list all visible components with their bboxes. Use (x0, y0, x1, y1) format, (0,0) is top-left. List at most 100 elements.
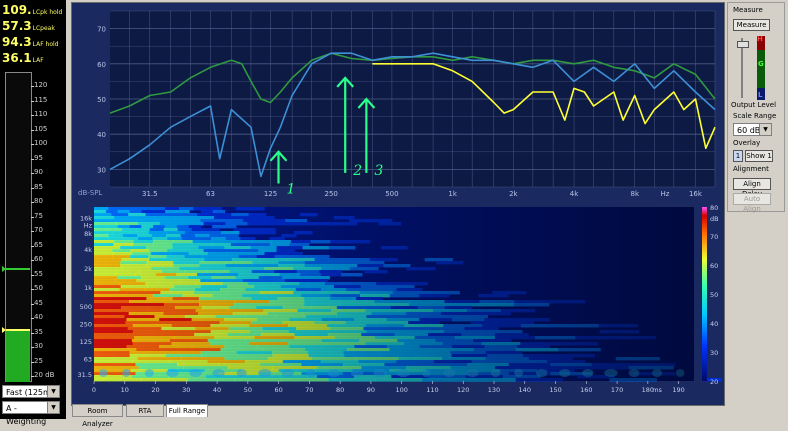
weighting-select[interactable]: A - Weighting ▼ (2, 401, 60, 426)
measure-button[interactable]: Measure (733, 19, 770, 31)
meter-hold-marker-green (6, 267, 30, 270)
tab-label: Room Analyzer (82, 407, 113, 428)
y-axis-unit-label: dB-SPL (78, 189, 102, 197)
y-tick-label: 250 (80, 321, 92, 329)
x-tick-label: 1k (448, 190, 457, 198)
colorbar-tick-label: 50 (710, 291, 718, 299)
x-tick-label: 2k (509, 190, 518, 198)
scale-range-value: 60 dB (737, 126, 761, 135)
meter-scale-tick (31, 274, 34, 276)
y-axis-unit: Hz (84, 221, 93, 229)
readout-value: 57.3 (2, 19, 32, 33)
x-tick-label: 120 (457, 386, 469, 394)
meter-scale-label: 85 (34, 182, 43, 191)
x-tick-label: 100 (395, 386, 407, 394)
x-tick-label: Hz (661, 190, 670, 198)
spl-frequency-chart[interactable]: 7060504030 31.5 63 125 250 500 1k 2k 4k 8k Hz 16k … (72, 3, 722, 201)
x-tick-label: 170 (611, 386, 623, 394)
meter-scale-tick (31, 318, 34, 319)
alignment-label: Alignment (733, 165, 769, 173)
meter-level-fill (6, 329, 30, 382)
meter-scale-label: 100 (34, 139, 48, 147)
readout-value: 109. (2, 3, 32, 17)
measure-title: Measure (733, 6, 763, 14)
auto-align-button[interactable]: Auto Align (733, 193, 771, 213)
colorbar-tick-label: 80 (710, 204, 718, 212)
annotation-number: 2 (352, 163, 362, 179)
align-delay-button[interactable]: Align Delay (733, 178, 771, 198)
output-level-slider[interactable] (737, 38, 749, 98)
measure-button-label: Measure (736, 21, 767, 29)
meter-scale-tick (31, 245, 34, 247)
speed-select[interactable]: Fast (125ms) ▼ (2, 385, 60, 398)
spectrogram-chart[interactable]: 16k8k4k2k1k5002501256331.5Hz 0 10 20 30 40 50… (72, 203, 722, 403)
readout-unit: LCpk hold (32, 9, 63, 16)
x-tick-label: 500 (385, 190, 398, 198)
chevron-down-icon: ▼ (759, 124, 771, 135)
y-tick-label: 63 (84, 355, 92, 363)
y-tick-label: 4k (84, 246, 92, 254)
x-tick-label: 70 (305, 386, 313, 394)
readout-laf: 36.1LAF (2, 51, 44, 65)
y-tick-label: 70 (97, 26, 106, 34)
tab-label: RTA (138, 407, 152, 415)
x-tick-label: 160 (580, 386, 592, 394)
spectrogram-decay-overlay (94, 207, 694, 381)
tab-full-range[interactable]: Full Range (166, 404, 208, 417)
x-tick-label: 10 (121, 386, 129, 394)
overlay-number: 1 (735, 152, 741, 160)
meter-scale-tick (31, 115, 34, 116)
meter-scale-label: 110 (34, 110, 48, 118)
level-marker-low: L (758, 91, 763, 99)
meter-scale-label: 20 dB (34, 371, 55, 379)
meter-scale-label: 50 (34, 284, 43, 292)
meter-scale-label: 120 (34, 81, 48, 89)
meter-scale-tick (31, 144, 34, 145)
y-tick-label: 8k (84, 230, 92, 238)
readout-unit: LCpeak (32, 25, 55, 32)
x-tick-label: 140 (519, 386, 531, 394)
meter-zone-green (757, 50, 765, 88)
y-tick-label: 60 (97, 61, 106, 69)
tab-rta[interactable]: RTA (126, 404, 164, 417)
meter-scale-tick (31, 289, 34, 290)
meter-scale-tick (31, 100, 34, 102)
y-tick-label: 1k (84, 284, 92, 292)
meter-scale-label: 90 (34, 168, 43, 176)
meter-hold-marker-yellow (6, 329, 30, 332)
meter-scale-label: 95 (34, 153, 43, 162)
show-overlay-label: Show 1 (746, 152, 772, 160)
overlay-number-button[interactable]: 1 (733, 150, 743, 162)
colorbar-tick-label: 70 (710, 233, 718, 241)
chevron-down-icon: ▼ (47, 402, 59, 413)
tab-label: Full Range (168, 407, 206, 415)
meter-scale-label: 25 (34, 356, 43, 365)
x-tick-label: 110 (426, 386, 438, 394)
annotation-number: 3 (374, 163, 383, 179)
weighting-select-value: A - Weighting (6, 404, 47, 426)
meter-scale-tick (31, 86, 34, 87)
tab-room-analyzer[interactable]: Room Analyzer (72, 404, 123, 428)
meter-scale-label: 80 (34, 197, 43, 205)
meter-scale-label: 75 (34, 211, 43, 220)
x-tick-label: 40 (213, 386, 221, 394)
meter-scale-tick (31, 332, 34, 334)
meter-scale-tick (31, 376, 34, 377)
meter-scale-label: 70 (34, 226, 43, 234)
meter-scale-label: 60 (34, 255, 43, 263)
scale-range-select[interactable]: 60 dB ▼ (733, 123, 772, 136)
meter-scale-label: 35 (34, 327, 43, 336)
x-tick-label: 63 (206, 190, 215, 198)
x-tick-label: 130 (488, 386, 500, 394)
x-tick-label: 30 (182, 386, 190, 394)
level-marker-good: G (758, 60, 764, 68)
y-tick-label: 125 (80, 338, 92, 346)
level-marker-high: H (757, 35, 763, 43)
slider-thumb[interactable] (737, 41, 749, 48)
readout-unit: LAF (32, 57, 44, 64)
meter-scale-tick (31, 303, 34, 305)
show-overlay-button[interactable]: Show 1 (745, 150, 773, 162)
meter-scale-tick (31, 202, 34, 203)
colorbar-tick-label: 60 (710, 262, 718, 270)
y-tick-label: 40 (97, 131, 106, 139)
